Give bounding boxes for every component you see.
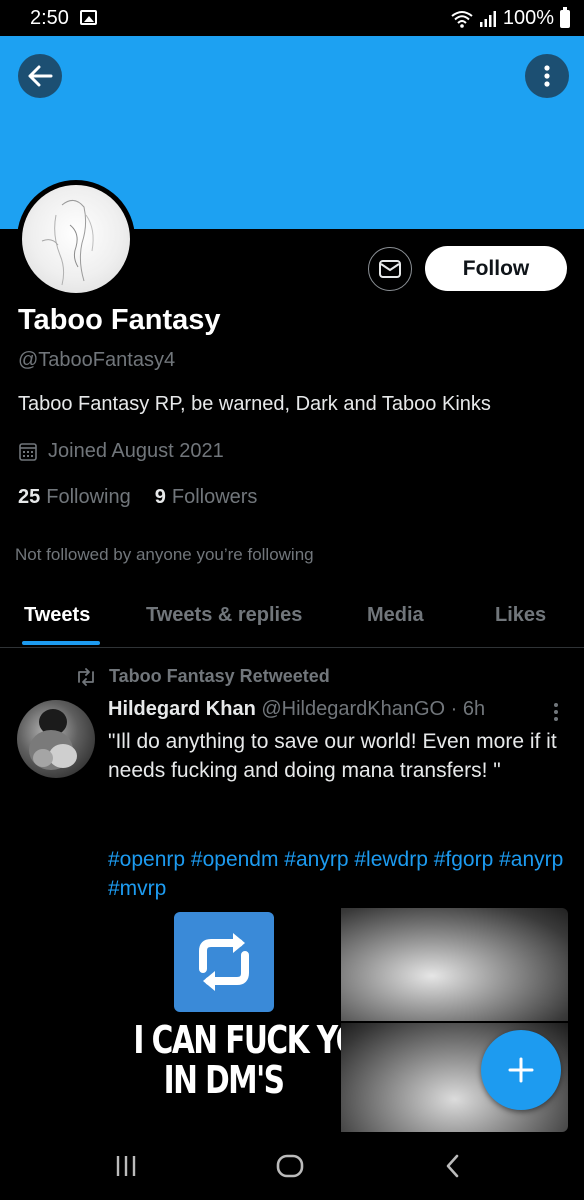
profile-stats: 25 Following 9 Followers (18, 486, 257, 509)
tab-tweets[interactable]: Tweets (24, 604, 90, 627)
followers-count: 9 (154, 486, 166, 508)
meme-caption-line2: IN DM'S (163, 1058, 285, 1102)
more-options-button[interactable] (525, 54, 569, 98)
mail-icon (379, 260, 401, 278)
battery-icon (560, 6, 570, 28)
tweet-time: · 6h (450, 698, 486, 720)
not-followed-notice: Not followed by anyone you’re following (15, 545, 314, 564)
tweet-author-name[interactable]: Hildegard Khan (108, 698, 256, 720)
profile-tabs: Tweets Tweets & replies Media Likes (0, 590, 584, 648)
status-time: 2:50 (30, 7, 69, 29)
compose-tweet-button[interactable] (481, 1030, 561, 1110)
active-tab-indicator (22, 641, 100, 645)
back-button[interactable] (18, 54, 62, 98)
tweet-author-avatar[interactable] (17, 700, 95, 778)
profile-bio: Taboo Fantasy RP, be warned, Dark and Ta… (18, 393, 491, 415)
following-label: Following (46, 486, 131, 508)
retweet-logo-icon (174, 912, 274, 1012)
tweet-more-icon[interactable] (548, 700, 564, 724)
more-vertical-icon (544, 65, 550, 87)
profile-avatar[interactable] (17, 180, 135, 298)
follow-button[interactable]: Follow (425, 246, 567, 291)
battery-percent: 100% (502, 7, 554, 29)
following-count: 25 (18, 486, 41, 508)
status-right: 100% (451, 6, 570, 30)
media-image-meme[interactable]: I CAN FUCK YO IN DM'S (108, 908, 361, 1132)
system-nav-bar (0, 1132, 584, 1200)
profile-name: Taboo Fantasy (18, 304, 221, 336)
gallery-notification-icon (80, 10, 97, 25)
wifi-icon (451, 10, 473, 28)
tweet-text: "Ill do anything to save our world! Even… (108, 730, 557, 782)
following-link[interactable]: 25 Following (18, 486, 131, 509)
status-bar: 2:50 100% (0, 0, 584, 36)
media-image-top-right[interactable] (341, 908, 568, 1021)
avatar-image (22, 185, 130, 293)
followers-label: Followers (171, 486, 258, 508)
joined-date: Joined August 2021 (18, 440, 224, 463)
tweet-avatar-image (29, 709, 77, 770)
meme-caption: I CAN FUCK YO IN DM'S (133, 1018, 360, 1102)
signal-icon (479, 10, 496, 27)
recents-icon[interactable] (114, 1154, 138, 1178)
calendar-icon (19, 442, 37, 461)
followers-link[interactable]: 9 Followers (155, 486, 258, 509)
retweeted-by-text: Taboo Fantasy Retweeted (109, 666, 330, 686)
joined-text: Joined August 2021 (48, 440, 224, 462)
chevron-left-icon[interactable] (444, 1154, 462, 1178)
tab-media[interactable]: Media (367, 604, 424, 627)
avatar-sketch (41, 200, 94, 286)
message-button[interactable] (368, 247, 412, 291)
tweet-hashtags[interactable]: #openrp #opendm #anyrp #lewdrp #fgorp #a… (108, 845, 573, 903)
tab-tweets-replies[interactable]: Tweets & replies (146, 604, 302, 627)
retweet-icon (78, 667, 94, 686)
retweet-context: Taboo Fantasy Retweeted (75, 666, 330, 687)
arrow-left-icon (28, 65, 53, 87)
plus-icon (508, 1057, 534, 1083)
tab-likes[interactable]: Likes (495, 604, 546, 627)
home-icon[interactable] (276, 1154, 304, 1178)
meme-caption-line1: I CAN FUCK YO (133, 1018, 360, 1062)
tweet-author-handle[interactable]: @HildegardKhanGO (261, 698, 445, 720)
tweet-header: Hildegard Khan @HildegardKhanGO · 6h (108, 698, 485, 721)
profile-handle: @TabooFantasy4 (18, 349, 176, 371)
